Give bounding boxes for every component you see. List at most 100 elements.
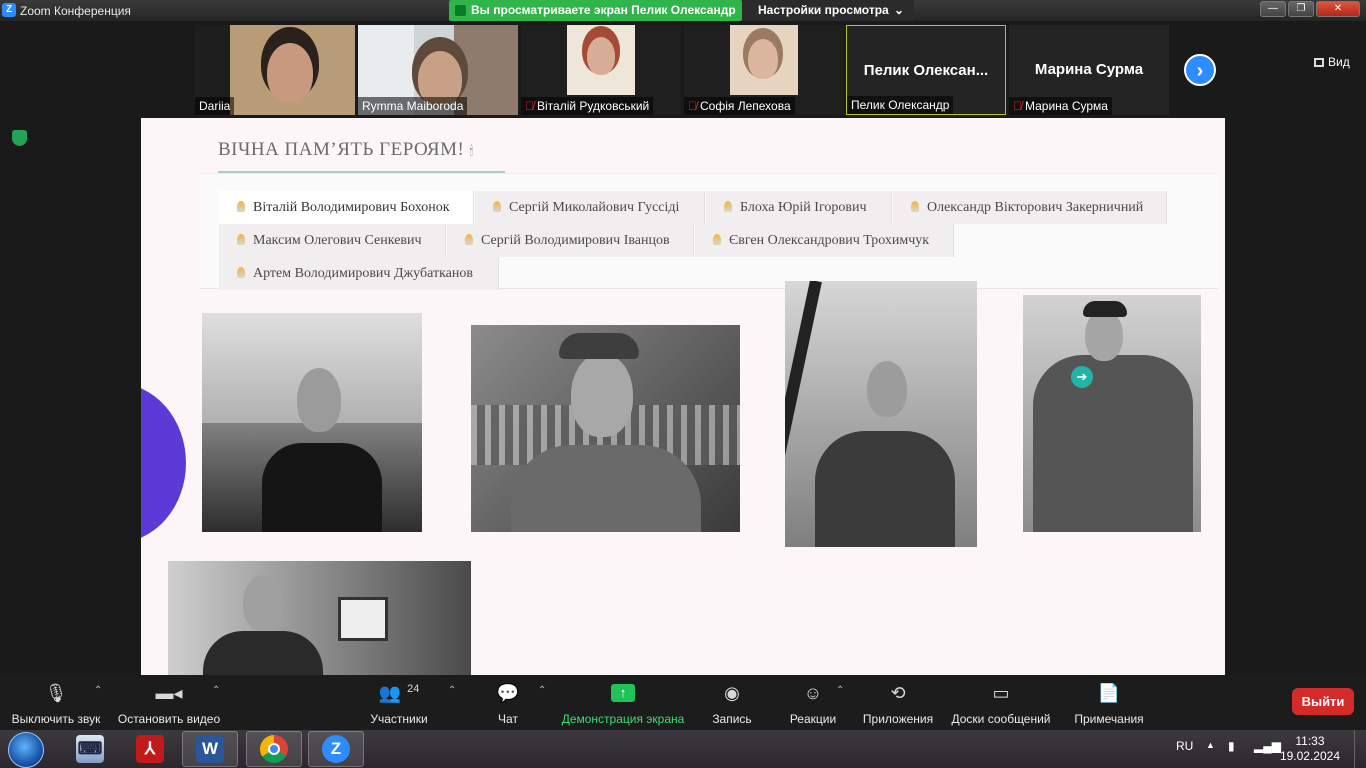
participant-tile[interactable]: 🎙̸ Софія Лепехова: [684, 25, 844, 115]
participant-tile[interactable]: Марина Сурма 🎙̸ Марина Сурма: [1009, 25, 1169, 115]
chevron-up-icon[interactable]: ⌃: [212, 685, 220, 696]
photo-beret: [1083, 301, 1127, 317]
network-signal-icon[interactable]: ▂▄▆: [1254, 739, 1281, 753]
system-clock[interactable]: 11:33 19.02.2024: [1280, 734, 1340, 764]
tab-hero[interactable]: Максим Олегович Сенкевич: [219, 224, 446, 257]
language-indicator[interactable]: RU: [1176, 739, 1193, 753]
photo-person: [203, 631, 323, 675]
photo-beret: [559, 333, 639, 359]
hero-photo: [202, 313, 422, 532]
share-status-banner: Вы просматриваете экран Пелик Олександр: [449, 0, 742, 21]
participant-tile[interactable]: Dariia: [195, 25, 355, 115]
chat-label: Чат: [498, 712, 518, 726]
maximize-button[interactable]: ❐: [1288, 1, 1314, 17]
security-shield-icon[interactable]: [12, 130, 27, 146]
tab-hero[interactable]: Віталій Володимирович Бохонок: [219, 191, 474, 224]
candle-icon: [911, 201, 919, 212]
photo-face: [571, 353, 633, 437]
participant-tile[interactable]: 🎙̸ Віталій Рудковський: [521, 25, 681, 115]
leave-button[interactable]: Выйти: [1292, 688, 1354, 715]
candle-icon: [724, 201, 732, 212]
chat-bubble-icon: 💬: [496, 682, 520, 703]
hero-photo: [785, 281, 977, 547]
hero-photo: [1023, 295, 1201, 532]
clock-time: 11:33: [1295, 734, 1325, 748]
minimize-button[interactable]: —: [1260, 1, 1286, 17]
taskbar-acrobat[interactable]: ⅄: [122, 731, 178, 767]
pdf-icon: ⅄: [136, 735, 164, 763]
photo-person: [511, 445, 701, 532]
tab-hero[interactable]: Сергій Володимирович Іванцов: [447, 224, 694, 257]
chevron-up-icon[interactable]: ⌃: [836, 685, 844, 696]
chevron-down-icon: ⌄: [893, 3, 904, 17]
participant-display-name: Марина Сурма: [1034, 61, 1144, 78]
tab-label: Віталій Володимирович Бохонок: [253, 200, 450, 215]
chat-button[interactable]: 💬 Чат: [488, 681, 528, 727]
share-status-text: Вы просматриваете экран Пелик Олександр: [471, 3, 736, 17]
record-icon: ◉: [724, 682, 740, 703]
tab-label: Сергій Володимирович Іванцов: [481, 233, 670, 248]
tab-hero[interactable]: Євген Олександрович Трохимчук: [695, 224, 954, 257]
tab-hero[interactable]: Сергій Миколайович Гуссіді: [475, 191, 705, 224]
decorative-blob: [141, 383, 186, 543]
hero-photo: [168, 561, 471, 675]
chevron-up-icon[interactable]: ⌃: [448, 685, 456, 696]
participant-name: Dariia: [195, 97, 235, 115]
heading-text: ВІЧНА ПАМ’ЯТЬ ГЕРОЯМ!: [218, 139, 465, 160]
window-controls: — ❐ ✕: [1260, 1, 1360, 17]
shared-screen: ВІЧНА ПАМ’ЯТЬ ГЕРОЯМ! 🕯 Віталій Володими…: [141, 118, 1225, 675]
show-desktop-button[interactable]: [1354, 730, 1366, 768]
participant-tile[interactable]: Rymma Maiboroda: [358, 25, 518, 115]
tab-label: Олександр Вікторович Закерничний: [927, 200, 1144, 215]
tab-label: Блоха Юрій Ігорович: [740, 200, 867, 215]
record-button[interactable]: ◉ Запись: [708, 681, 756, 727]
participants-button[interactable]: 👥 24 Участники: [366, 681, 432, 727]
view-button[interactable]: Вид: [1314, 55, 1350, 69]
view-options-button[interactable]: Настройки просмотра ⌄: [742, 0, 914, 21]
tab-hero[interactable]: Олександр Вікторович Закерничний: [893, 191, 1167, 224]
tab-hero[interactable]: Артем Володимирович Джубатканов: [219, 257, 499, 290]
chevron-up-icon[interactable]: ⌃: [538, 685, 546, 696]
taskbar-keyboard-app[interactable]: ⌨: [62, 731, 118, 767]
taskbar-word[interactable]: W: [182, 731, 238, 767]
whiteboards-button[interactable]: ▭ Доски сообщений: [948, 681, 1054, 727]
photo-face: [243, 575, 283, 631]
tab-label: Сергій Миколайович Гуссіді: [509, 200, 680, 215]
notes-button[interactable]: 📄 Примечания: [1070, 681, 1148, 727]
close-button[interactable]: ✕: [1316, 1, 1360, 17]
participants-label: Участники: [370, 712, 428, 726]
participant-name: Rymma Maiboroda: [358, 97, 468, 115]
stop-video-button[interactable]: ▬◂ Остановить видео: [116, 681, 222, 727]
chevron-up-icon[interactable]: ⌃: [94, 685, 102, 696]
video-label: Остановить видео: [117, 712, 221, 726]
taskbar-chrome[interactable]: [246, 731, 302, 767]
title-bar: Z Zoom Конференция Вы просматриваете экр…: [0, 0, 1366, 21]
share-screen-button[interactable]: ↑ Демонстрация экрана: [560, 681, 686, 726]
participants-count: 24: [407, 683, 420, 695]
tab-hero[interactable]: Блоха Юрій Ігорович: [706, 191, 892, 224]
participant-gallery: Dariia Rymma Maiboroda 🎙̸ Віталій Рудковс…: [0, 21, 1366, 118]
window-title: Zoom Конференция: [20, 4, 131, 18]
reactions-label: Реакции: [789, 712, 837, 726]
action-center-icon[interactable]: ▮: [1228, 739, 1235, 753]
candle-icon: [493, 201, 501, 212]
candle-icon: [237, 234, 245, 245]
mute-button[interactable]: 🎙 Выключить звук: [10, 681, 102, 727]
apps-button[interactable]: ⟲ Приложения: [858, 681, 938, 727]
arrow-right-circle-icon: ➔: [1071, 366, 1093, 388]
participant-tile-active-speaker[interactable]: Пелик Олексан... Пелик Олександр: [846, 25, 1006, 115]
clock-date: 19.02.2024: [1279, 749, 1340, 763]
taskbar-zoom[interactable]: Z: [308, 731, 364, 767]
zoom-logo-icon: Z: [2, 3, 16, 17]
start-button[interactable]: [8, 732, 44, 768]
view-options-label: Настройки просмотра: [758, 3, 889, 17]
hero-tabs: Віталій Володимирович Бохонок Сергій Мик…: [200, 173, 1218, 290]
keyboard-icon: ⌨: [76, 735, 104, 763]
chevron-up-icon[interactable]: ▲: [1206, 740, 1215, 750]
apps-label: Приложения: [862, 712, 934, 726]
candle-icon: [237, 201, 245, 212]
zoom-icon: Z: [322, 735, 350, 763]
photo-person: [262, 443, 382, 532]
reactions-button[interactable]: ☺ Реакции: [786, 681, 840, 727]
next-page-button[interactable]: ›: [1184, 54, 1216, 86]
